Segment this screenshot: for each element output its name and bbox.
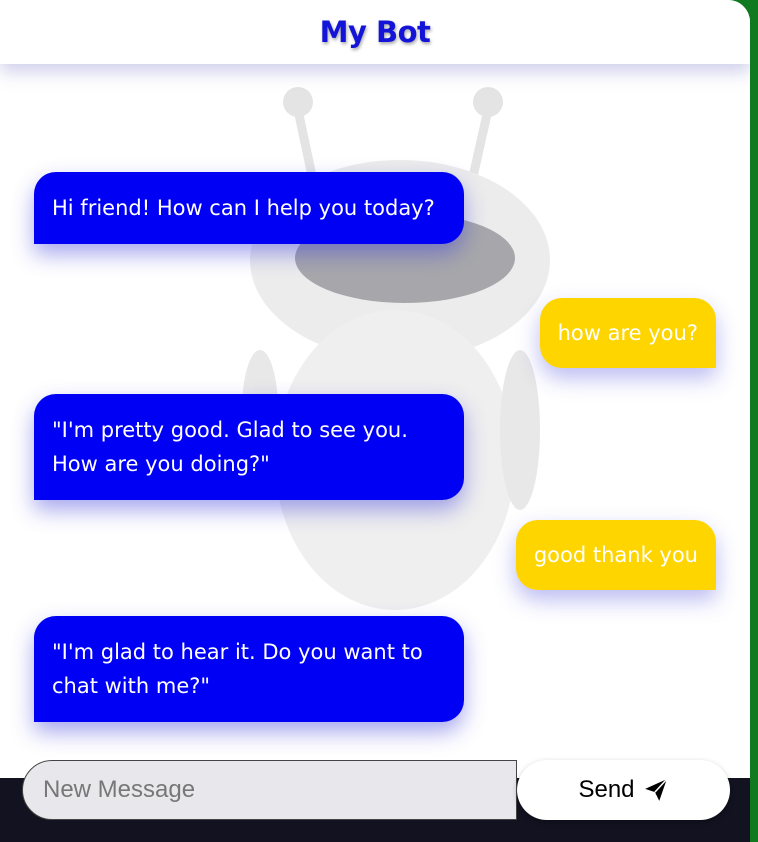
composer: Send <box>22 760 730 820</box>
user-message: how are you? <box>539 298 716 368</box>
chat-header: My Bot <box>0 0 750 64</box>
bot-message: Hi friend! How can I help you today? <box>34 172 464 244</box>
bot-message: "I'm pretty good. Glad to see you. How a… <box>34 394 464 500</box>
chat-window: My Bot Hi friend! How can I help you tod… <box>0 0 750 842</box>
message-input[interactable] <box>22 760 517 820</box>
bot-message: "I'm glad to hear it. Do you want to cha… <box>34 616 464 722</box>
paper-plane-icon <box>644 778 667 801</box>
page-title: My Bot <box>319 15 431 49</box>
message-list: Hi friend! How can I help you today? how… <box>0 64 750 754</box>
user-message: good thank you <box>515 520 716 590</box>
send-button[interactable]: Send <box>517 760 730 820</box>
send-label: Send <box>578 776 635 803</box>
